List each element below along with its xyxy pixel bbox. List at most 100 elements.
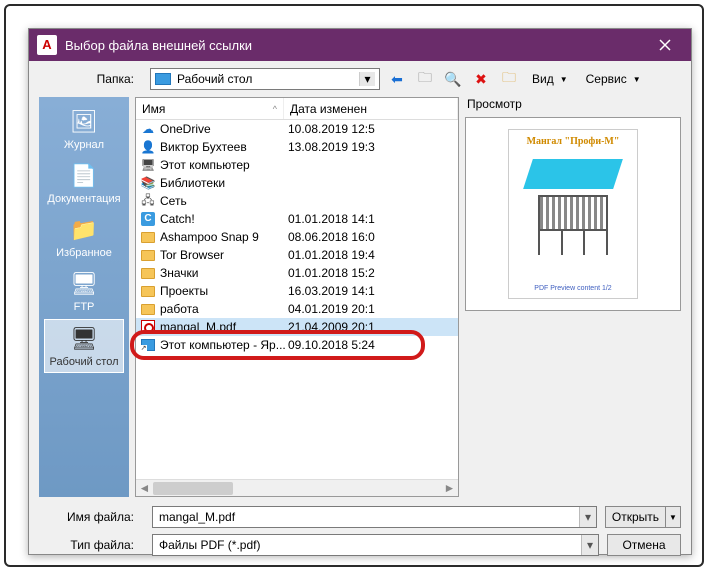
titlebar: A Выбор файла внешней ссылки	[29, 29, 691, 61]
file-name: Этот компьютер - Яр...	[160, 338, 288, 352]
main-area: 🖼Журнал📄Документация📁Избранное 🖥 FTP 🖥 Рабоч…	[29, 97, 691, 497]
filetype-dropdown[interactable]: Файлы PDF (*.pdf) ▾	[152, 534, 599, 556]
file-date: 21.04.2009 20:1	[288, 320, 458, 334]
preview-grill-body	[538, 195, 608, 231]
folder-dropdown[interactable]: Рабочий стол ▾	[150, 68, 380, 90]
file-row[interactable]: Проекты16.03.2019 14:1	[136, 282, 458, 300]
file-row[interactable]: Значки01.01.2018 15:2	[136, 264, 458, 282]
open-button[interactable]: Открыть ▼	[605, 506, 681, 528]
toolbar: Папка: Рабочий стол ▾ ⬅ 🗀 🔍 ✖ 🗀 Вид▼ Сер…	[29, 61, 691, 97]
filename-label: Имя файла:	[39, 510, 144, 524]
view-menu[interactable]: Вид▼	[526, 68, 574, 90]
up-button[interactable]: 🗀	[414, 68, 436, 90]
place-label: Избранное	[46, 247, 122, 259]
file-name: Виктор Бухтеев	[160, 140, 288, 154]
place-label: Журнал	[46, 139, 122, 151]
bottom-area: Имя файла: mangal_M.pdf ▾ Открыть ▼ Тип …	[29, 497, 691, 567]
scroll-thumb[interactable]	[153, 482, 233, 495]
outer-frame: A Выбор файла внешней ссылки Папка: Рабо…	[4, 4, 704, 567]
place-icon: 🖥	[66, 269, 102, 299]
file-name: OneDrive	[160, 122, 288, 136]
net-icon: 🖧	[140, 193, 156, 209]
desktop-icon	[155, 73, 171, 85]
open-button-label: Открыть	[605, 506, 665, 528]
column-date[interactable]: Дата изменен	[284, 98, 458, 119]
file-date: 16.03.2019 14:1	[288, 284, 458, 298]
file-row[interactable]: работа04.01.2019 20:1	[136, 300, 458, 318]
file-row[interactable]: 🖥Этот компьютер	[136, 156, 458, 174]
catch-icon: C	[140, 211, 156, 227]
scroll-track[interactable]	[153, 480, 441, 496]
file-list[interactable]: ☁OneDrive10.08.2019 12:5👤Виктор Бухтеев1…	[136, 120, 458, 479]
chevron-down-icon[interactable]: ▾	[579, 507, 596, 527]
file-header: Имя^ Дата изменен	[136, 98, 458, 120]
close-button[interactable]	[643, 30, 687, 60]
scrollbar-horizontal[interactable]: ◄ ►	[136, 479, 458, 496]
sort-indicator-icon: ^	[273, 104, 277, 114]
folder-label: Папка:	[39, 72, 144, 86]
place-item-избранное[interactable]: 📁Избранное	[44, 211, 124, 263]
place-label: Рабочий стол	[47, 356, 121, 368]
short-icon	[140, 337, 156, 353]
filename-value: mangal_M.pdf	[153, 510, 579, 524]
place-label: FTP	[46, 301, 122, 313]
file-date: 04.01.2019 20:1	[288, 302, 458, 316]
chevron-down-icon: ▾	[359, 72, 375, 86]
back-button[interactable]: ⬅	[386, 68, 408, 90]
preview-label: Просмотр	[465, 97, 681, 117]
file-row[interactable]: 👤Виктор Бухтеев13.08.2019 19:3	[136, 138, 458, 156]
file-date: 01.01.2018 19:4	[288, 248, 458, 262]
place-item-журнал[interactable]: 🖼Журнал	[44, 103, 124, 155]
close-icon	[659, 39, 671, 51]
file-row[interactable]: 🖧Сеть	[136, 192, 458, 210]
app-icon: A	[37, 35, 57, 55]
file-date: 08.06.2018 16:0	[288, 230, 458, 244]
file-row[interactable]: ☁OneDrive10.08.2019 12:5	[136, 120, 458, 138]
file-row[interactable]: 📚Библиотеки	[136, 174, 458, 192]
file-date: 01.01.2018 14:1	[288, 212, 458, 226]
column-name[interactable]: Имя^	[136, 98, 284, 119]
chevron-down-icon[interactable]: ▾	[581, 535, 598, 555]
place-icon: 🖥	[66, 324, 102, 354]
preview-footer: PDF Preview content 1/2	[509, 285, 637, 292]
file-name: работа	[160, 302, 288, 316]
file-name: Этот компьютер	[160, 158, 288, 172]
file-row[interactable]: Этот компьютер - Яр...09.10.2018 5:24	[136, 336, 458, 354]
search-button[interactable]: 🔍	[442, 68, 464, 90]
cloud-icon: ☁	[140, 121, 156, 137]
file-list-pane: Имя^ Дата изменен ☁OneDrive10.08.2019 12…	[135, 97, 459, 497]
file-row[interactable]: Tor Browser01.01.2018 19:4	[136, 246, 458, 264]
filetype-value: Файлы PDF (*.pdf)	[153, 538, 581, 552]
new-folder-button[interactable]: 🗀	[498, 68, 520, 90]
delete-button[interactable]: ✖	[470, 68, 492, 90]
pdf-icon	[140, 319, 156, 335]
file-dialog: A Выбор файла внешней ссылки Папка: Рабо…	[28, 28, 692, 555]
file-name: Значки	[160, 266, 288, 280]
cancel-button[interactable]: Отмена	[607, 534, 681, 556]
filename-input[interactable]: mangal_M.pdf ▾	[152, 506, 597, 528]
file-name: Tor Browser	[160, 248, 288, 262]
place-item-документация[interactable]: 📄Документация	[44, 157, 124, 209]
file-date: 01.01.2018 15:2	[288, 266, 458, 280]
preview-box: Мангал "Профи-М" PDF Preview content 1/2	[465, 117, 681, 311]
file-name: Ashampoo Snap 9	[160, 230, 288, 244]
place-item-рабочий стол[interactable]: 🖥 Рабочий стол	[44, 319, 124, 373]
folder-name: Рабочий стол	[177, 72, 359, 86]
scroll-left-icon[interactable]: ◄	[136, 480, 153, 496]
preview-legs	[538, 231, 608, 255]
folder-icon	[140, 265, 156, 281]
file-row[interactable]: mangal_M.pdf21.04.2009 20:1	[136, 318, 458, 336]
scroll-right-icon[interactable]: ►	[441, 480, 458, 496]
place-item-ftp[interactable]: 🖥 FTP	[44, 265, 124, 317]
file-row[interactable]: CCatch!01.01.2018 14:1	[136, 210, 458, 228]
tools-menu[interactable]: Сервис▼	[580, 68, 647, 90]
file-row[interactable]: Ashampoo Snap 908.06.2018 16:0	[136, 228, 458, 246]
preview-pane: Просмотр Мангал "Профи-М" PDF Preview co…	[465, 97, 691, 497]
lib-icon: 📚	[140, 175, 156, 191]
open-dropdown-icon[interactable]: ▼	[665, 506, 681, 528]
folder-icon	[140, 247, 156, 263]
chevron-down-icon: ▼	[633, 75, 641, 84]
preview-title: Мангал "Профи-М"	[515, 136, 631, 147]
filetype-label: Тип файла:	[39, 538, 144, 552]
folder-icon	[140, 301, 156, 317]
